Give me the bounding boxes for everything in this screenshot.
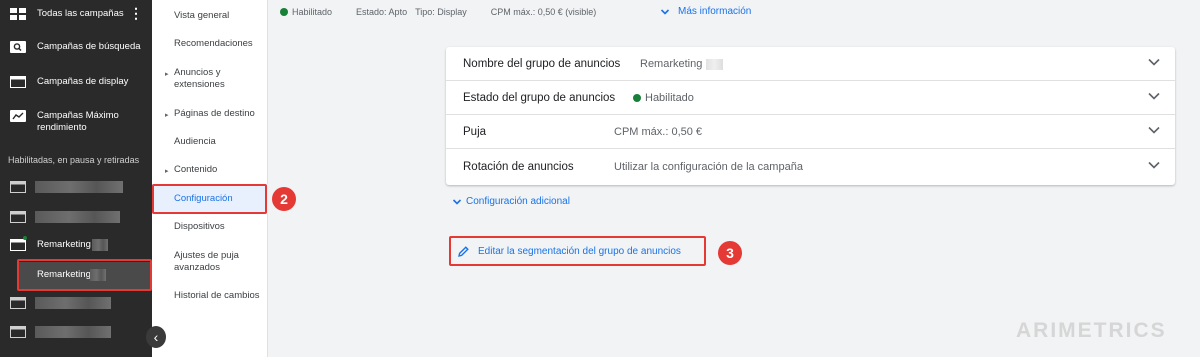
- more-vert-icon[interactable]: ⋮: [129, 6, 143, 20]
- expand-arrow-icon: ▸: [165, 71, 169, 78]
- sidebar-item-search-campaigns[interactable]: Campañas de búsqueda: [0, 40, 152, 54]
- chevron-down-icon: [660, 8, 670, 15]
- annotation-badge-2: 2: [272, 187, 296, 211]
- campaign-sidebar: Todas las campañas ⋮ Campañas de búsqued…: [0, 0, 152, 357]
- nav-item-overview[interactable]: Vista general: [174, 10, 264, 22]
- sidebar-campaign-remarketing[interactable]: Remarketing: [0, 236, 152, 252]
- settings-row-bid[interactable]: Puja CPM máx.: 0,50 €: [446, 115, 1175, 149]
- display-campaign-icon: [10, 326, 26, 338]
- performance-max-icon: [10, 110, 26, 122]
- sidebar-item-label: Campañas de display: [37, 76, 129, 87]
- display-campaign-icon: [10, 211, 26, 223]
- nav-item-audience[interactable]: Audiencia: [174, 136, 264, 148]
- display-campaign-icon: [10, 297, 26, 309]
- redacted-campaign-name: [35, 326, 111, 338]
- sidebar-item-performance-max[interactable]: Campañas Máximo rendimiento: [0, 109, 152, 135]
- redacted-campaign-name: [35, 297, 111, 309]
- settings-row-name[interactable]: Nombre del grupo de anuncios Remarketing: [446, 47, 1175, 81]
- display-campaign-icon: [10, 76, 26, 88]
- pencil-icon: [458, 245, 469, 257]
- sidebar-campaign-item[interactable]: [0, 325, 152, 339]
- row-label: Nombre del grupo de anuncios: [463, 58, 621, 70]
- row-label: Rotación de anuncios: [463, 161, 574, 173]
- sidebar-campaign-item[interactable]: [0, 296, 152, 310]
- nav-item-landing-pages[interactable]: Páginas de destino: [174, 108, 264, 120]
- chevron-down-icon[interactable]: [1147, 123, 1161, 137]
- annotation-badge-3: 3: [718, 241, 742, 265]
- sidebar-section-title: Habilitadas, en pausa y retiradas: [8, 155, 140, 165]
- status-type: Tipo: Display: [415, 7, 467, 17]
- additional-settings-link[interactable]: Configuración adicional: [452, 196, 570, 207]
- expand-arrow-icon: ▸: [165, 112, 169, 119]
- campaign-label: Remarketing: [37, 239, 91, 250]
- sidebar-item-label: Campañas de búsqueda: [37, 41, 141, 52]
- status-bar: Habilitado Estado: Apto Tipo: Display CP…: [280, 7, 596, 17]
- nav-item-change-history[interactable]: Historial de cambios: [174, 290, 264, 302]
- nav-item-devices[interactable]: Dispositivos: [174, 221, 264, 233]
- more-info-link[interactable]: Más información: [660, 6, 751, 17]
- chevron-down-icon: [452, 198, 462, 205]
- row-value: Utilizar la configuración de la campaña: [614, 161, 803, 173]
- row-label: Puja: [463, 126, 487, 138]
- sidebar-item-all-campaigns[interactable]: Todas las campañas ⋮: [0, 6, 152, 21]
- status-enabled: Habilitado: [292, 7, 333, 17]
- chevron-down-icon[interactable]: [1147, 89, 1161, 103]
- edit-targeting-button[interactable]: Editar la segmentación del grupo de anun…: [449, 236, 706, 266]
- settings-row-ad-rotation[interactable]: Rotación de anuncios Utilizar la configu…: [446, 150, 1175, 185]
- nav-item-content[interactable]: Contenido: [174, 164, 264, 176]
- nav-item-ads-extensions[interactable]: Anuncios y extensiones: [174, 67, 264, 91]
- sidebar-item-display-campaigns[interactable]: Campañas de display: [0, 75, 152, 89]
- redacted-campaign-name: [35, 211, 120, 223]
- enabled-dot-icon: [23, 236, 27, 240]
- status-max-cpm: CPM máx.: 0,50 € (visible): [490, 7, 597, 17]
- search-campaign-icon: [10, 41, 26, 53]
- chevron-down-icon[interactable]: [1147, 55, 1161, 69]
- expand-arrow-icon: ▸: [165, 168, 169, 175]
- nav-item-advanced-bid[interactable]: Ajustes de puja avanzados: [174, 250, 264, 274]
- sidebar-item-label: Campañas Máximo rendimiento: [37, 110, 119, 133]
- nav-item-recommendations[interactable]: Recomendaciones: [174, 38, 264, 50]
- row-value: Remarketing: [640, 58, 724, 70]
- highlight-settings-box: [152, 184, 267, 214]
- chevron-down-icon[interactable]: [1147, 158, 1161, 172]
- row-label: Estado del grupo de anuncios: [463, 92, 616, 104]
- redacted-suffix: [706, 58, 724, 70]
- page-nav: Vista general Recomendaciones ▸ Anuncios…: [152, 0, 268, 357]
- grid-icon: [10, 8, 26, 20]
- row-value: CPM máx.: 0,50 €: [614, 126, 703, 138]
- brand-watermark: ARIMETRICS: [1016, 319, 1167, 342]
- sidebar-item-label: Todas las campañas: [37, 8, 124, 19]
- redacted-campaign-name: [35, 181, 123, 193]
- enabled-dot-icon: [280, 8, 288, 16]
- adgroup-settings-card: Nombre del grupo de anuncios Remarketing…: [446, 47, 1175, 185]
- collapse-sidebar-button[interactable]: ‹: [146, 326, 166, 348]
- display-campaign-icon: [10, 181, 26, 193]
- sidebar-campaign-item[interactable]: [0, 210, 152, 224]
- sidebar-campaign-item[interactable]: [0, 180, 152, 194]
- chevron-left-icon: ‹: [153, 329, 159, 345]
- redacted-suffix: [92, 239, 108, 251]
- enabled-dot-icon: [633, 94, 641, 102]
- highlight-adgroup-box: [17, 259, 152, 291]
- status-state: Estado: Apto: [356, 7, 408, 17]
- settings-row-status[interactable]: Estado del grupo de anuncios Habilitado: [446, 81, 1175, 115]
- display-campaign-icon: [10, 239, 26, 251]
- row-value: Habilitado: [633, 92, 694, 104]
